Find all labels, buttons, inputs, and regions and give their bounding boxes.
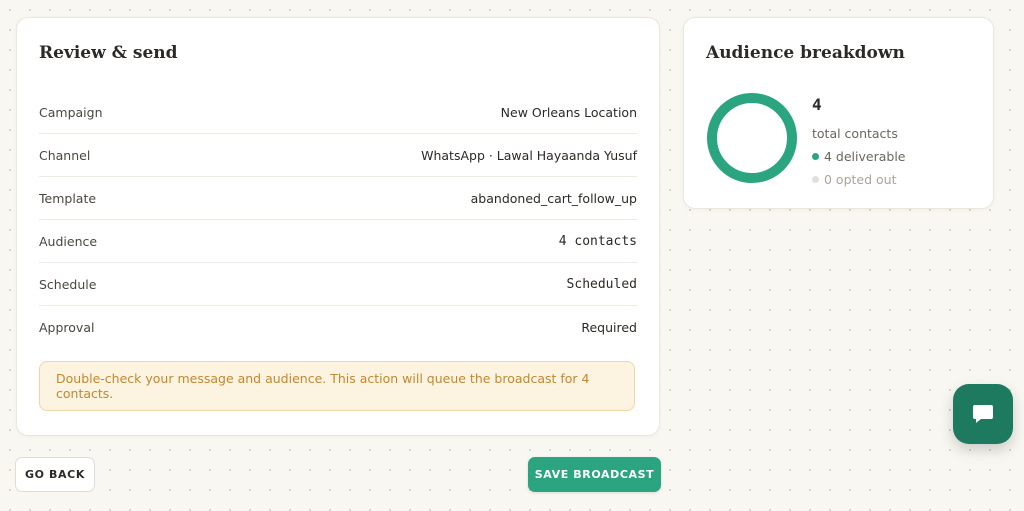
opted-out-stat: 0 opted out xyxy=(812,168,905,191)
review-rows: Campaign New Orleans Location Channel Wh… xyxy=(39,91,637,348)
row-campaign: Campaign New Orleans Location xyxy=(39,91,637,134)
save-broadcast-button[interactable]: SAVE BROADCAST xyxy=(528,457,661,492)
row-channel: Channel WhatsApp · Lawal Hayaanda Yusuf xyxy=(39,134,637,177)
row-label: Audience xyxy=(39,233,98,249)
chat-bubble-icon xyxy=(973,405,993,423)
audience-donut-chart xyxy=(707,93,797,183)
row-label: Schedule xyxy=(39,276,97,292)
row-label: Campaign xyxy=(39,104,103,120)
audience-title: Audience breakdown xyxy=(706,43,905,63)
chat-button[interactable] xyxy=(953,384,1013,444)
audience-stats: 4 total contacts 4 deliverable 0 opted o… xyxy=(812,95,905,191)
warning-notice: Double-check your message and audience. … xyxy=(39,361,635,411)
row-value: Scheduled xyxy=(566,276,637,292)
row-value: 4 contacts xyxy=(558,233,637,249)
donut-deliverable-arc xyxy=(707,93,797,183)
deliverable-dot-icon xyxy=(812,153,819,160)
row-value: abandoned_cart_follow_up xyxy=(470,190,637,206)
row-schedule: Schedule Scheduled xyxy=(39,263,637,306)
row-label: Channel xyxy=(39,147,91,163)
audience-card: Audience breakdown 4 total contacts 4 de… xyxy=(683,17,994,209)
row-approval: Approval Required xyxy=(39,306,637,348)
row-label: Approval xyxy=(39,319,95,335)
row-audience: Audience 4 contacts xyxy=(39,220,637,263)
row-value: Required xyxy=(581,319,637,335)
row-label: Template xyxy=(39,190,97,206)
total-contacts-label: total contacts xyxy=(812,126,898,141)
row-value: New Orleans Location xyxy=(500,104,637,120)
deliverable-label: 4 deliverable xyxy=(824,149,906,164)
row-template: Template abandoned_cart_follow_up xyxy=(39,177,637,220)
review-card: Review & send Campaign New Orleans Locat… xyxy=(16,17,660,436)
total-count: 4 xyxy=(812,95,822,114)
opted-out-label: 0 opted out xyxy=(824,172,897,187)
go-back-button[interactable]: GO BACK xyxy=(15,457,95,492)
deliverable-stat: 4 deliverable xyxy=(812,145,905,168)
row-value: WhatsApp · Lawal Hayaanda Yusuf xyxy=(421,147,637,163)
review-title: Review & send xyxy=(39,43,178,63)
opted-out-dot-icon xyxy=(812,176,819,183)
